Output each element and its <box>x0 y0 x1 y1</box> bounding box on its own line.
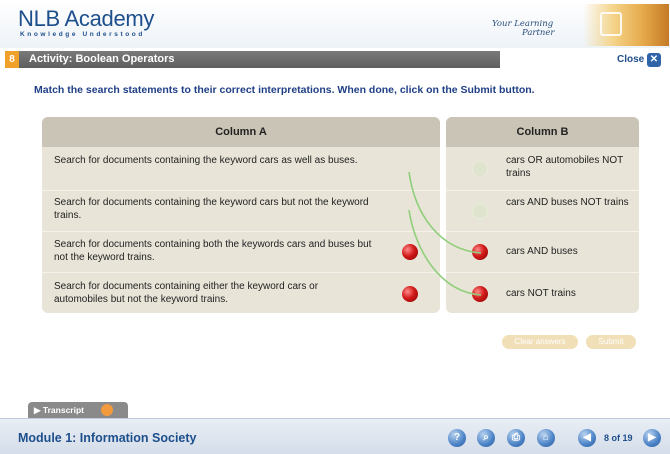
row-divider <box>446 231 639 232</box>
app-window: NLB Academy Knowledge Understood Your Le… <box>0 0 670 454</box>
module-title: Module 1: Information Society <box>18 431 197 445</box>
column-b: Column B cars OR automobiles NOT trains … <box>446 117 639 313</box>
interpretation-4: cars NOT trains <box>506 288 576 299</box>
interpretation-2-target[interactable] <box>472 203 488 219</box>
row-divider <box>446 190 639 191</box>
row-divider <box>42 190 440 191</box>
row-divider <box>446 272 639 273</box>
row-divider <box>42 272 440 273</box>
print-icon[interactable]: ⎙ <box>507 429 525 447</box>
back-icon[interactable]: ◀ <box>578 429 596 447</box>
interpretation-4-target[interactable] <box>472 286 488 302</box>
interpretation-3-target[interactable] <box>472 244 488 260</box>
transcript-tab[interactable]: ▶ Transcript <box>28 402 128 418</box>
statement-4: Search for documents containing either t… <box>54 281 319 305</box>
logo-subtitle: Knowledge Understood <box>20 31 145 38</box>
interpretation-2: cars AND buses NOT trains <box>506 197 629 208</box>
tagline: Your Learning Partner <box>492 20 554 38</box>
submit-button[interactable]: Submit <box>586 335 636 349</box>
column-b-header: Column B <box>446 117 639 147</box>
statement-1: Search for documents containing the keyw… <box>54 155 358 166</box>
column-a: Column A Search for documents containing… <box>42 117 440 313</box>
statement-4-handle[interactable] <box>402 286 418 302</box>
clear-answers-button[interactable]: Clear answers <box>502 335 578 349</box>
footer-bar: Module 1: Information Society ? ⌕ ⎙ ⌂ ◀ … <box>0 418 670 454</box>
transcript-label[interactable]: ▶ Transcript <box>34 405 84 416</box>
page-indicator: 8 of 19 <box>604 433 633 443</box>
audio-icon[interactable] <box>101 404 113 416</box>
activity-title-bar: 8 Activity: Boolean Operators <box>5 51 500 68</box>
interpretation-1-target[interactable] <box>472 161 488 177</box>
puzzle-icon <box>600 12 622 36</box>
statement-2: Search for documents containing the keyw… <box>54 197 369 221</box>
statement-3: Search for documents containing both the… <box>54 239 372 263</box>
activity-title: Activity: Boolean Operators <box>29 53 175 65</box>
tagline-line2: Partner <box>522 28 555 38</box>
search-icon[interactable]: ⌕ <box>477 429 495 447</box>
column-a-header: Column A <box>42 117 440 147</box>
help-icon[interactable]: ? <box>448 429 466 447</box>
activity-number: 8 <box>5 51 19 68</box>
interpretation-1: cars OR automobiles NOT trains <box>506 155 624 179</box>
next-icon[interactable]: ▶ <box>643 429 661 447</box>
statement-3-handle[interactable] <box>402 244 418 260</box>
instructions: Match the search statements to their cor… <box>34 84 535 96</box>
interpretation-3: cars AND buses <box>506 246 578 257</box>
header: NLB Academy Knowledge Understood Your Le… <box>0 0 670 48</box>
header-art <box>583 4 669 46</box>
home-icon[interactable]: ⌂ <box>537 429 555 447</box>
row-divider <box>42 231 440 232</box>
close-label[interactable]: Close <box>617 54 644 65</box>
close-icon[interactable]: ✕ <box>647 53 661 67</box>
logo: NLB Academy <box>18 6 155 31</box>
